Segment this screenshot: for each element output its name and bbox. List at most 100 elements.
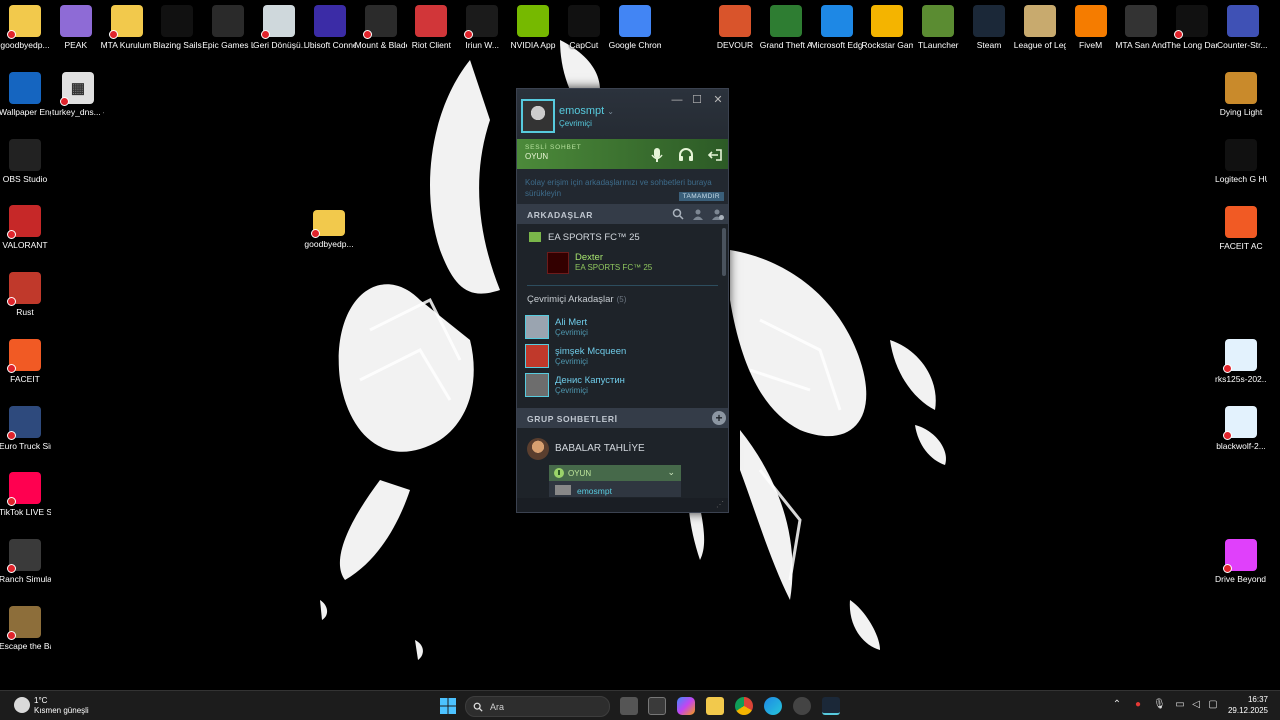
hint-dismiss-button[interactable]: TAMAMDIR (678, 192, 724, 201)
resize-grip-icon[interactable]: ⋰ (716, 500, 724, 509)
desktop-icon-wallpaper-engine[interactable]: Wallpaper Engine (0, 72, 51, 117)
close-button[interactable]: ✕ (710, 93, 726, 107)
desktop-icon-drive-beyond-horizons-d[interactable]: Drive Beyond Horizons D... (1215, 539, 1267, 584)
ingame-group-header[interactable]: EA SPORTS FC™ 25 (517, 224, 728, 249)
friend-row-dexter[interactable]: Dexter EA SPORTS FC™ 25 (547, 252, 727, 276)
desktop-icon-mta-kurulum[interactable]: MTA Kurulum - ... (101, 5, 153, 50)
taskbar-search[interactable]: Ara (465, 696, 610, 717)
desktop-icon-ubisoft-connect[interactable]: Ubisoft Connect (304, 5, 356, 50)
desktop-icon-faceit-ac[interactable]: FACEIT AC (1215, 206, 1267, 251)
online-friends-header[interactable]: Çevrimiçi Arkadaşlar (5) (527, 294, 626, 305)
chrome-icon[interactable] (735, 697, 753, 715)
chevron-up-icon[interactable]: ⌃ (1111, 699, 1123, 711)
task-view-icon[interactable] (620, 697, 638, 715)
desktop-icon-obs-studio[interactable]: OBS Studio (0, 138, 51, 184)
desktop-icon-rockstar-games[interactable]: Rockstar Games ... (861, 5, 913, 50)
headphones-icon[interactable] (678, 147, 694, 163)
friends-section-header[interactable]: ARKADAŞLAR (517, 204, 728, 224)
desktop-icon-valorant[interactable]: VALORANT (0, 205, 51, 250)
leave-voice-icon[interactable] (707, 147, 723, 163)
icon-label: Microsoft Edge (810, 40, 863, 50)
start-windows-icon[interactable] (440, 698, 456, 714)
desktop-icon-turkey-dns[interactable]: ▦ turkey_dns... - Kısayol (52, 72, 104, 117)
search-icon[interactable] (672, 208, 684, 220)
desktop-icon-iriun-w[interactable]: Iriun W... (456, 5, 508, 50)
desktop-icon-blazing-sails[interactable]: Blazing Sails (151, 5, 203, 50)
username-dropdown[interactable]: emosmpt ⌄ (559, 105, 614, 117)
search-icon (473, 702, 483, 712)
desktop-icon-ranch-simulator[interactable]: Ranch Simulator (0, 538, 51, 584)
group-name[interactable]: BABALAR TAHLİYE (555, 443, 645, 454)
settings-gear-icon[interactable] (793, 697, 811, 715)
desktop-icon-league-of-legends[interactable]: League of Legends (1014, 5, 1066, 50)
weather-description[interactable]: Kısmen güneşli (34, 706, 89, 715)
desktop-icon-blackwolf-2[interactable]: blackwolf-2... (1215, 406, 1267, 451)
desktop-icon-steam[interactable]: Steam (963, 5, 1015, 50)
desktop-icon-epic-games-launcher[interactable]: Epic Games Launcher (202, 5, 254, 50)
desktop-icon-dying-light[interactable]: Dying Light (1215, 72, 1267, 117)
user-avatar[interactable] (521, 99, 555, 133)
microsoft-store-icon[interactable] (648, 697, 666, 715)
volume-icon[interactable]: ◁ (1190, 699, 1202, 711)
clock-time[interactable]: 16:37 (1248, 695, 1268, 704)
peak-icon (59, 5, 92, 37)
friend-row[interactable]: şimşek Mcqueen Çevrimiçi (525, 343, 715, 369)
microphone-icon[interactable] (649, 147, 665, 163)
icon-label: Wallpaper Engine (0, 107, 51, 117)
chevron-down-icon[interactable]: ⌄ (667, 467, 675, 478)
desktop-icon-logitech-g-hub[interactable]: Logitech G HUB (1215, 139, 1267, 184)
desktop-icon-peak[interactable]: PEAK (50, 5, 102, 50)
microphone-icon[interactable]: 🎙 (1153, 699, 1166, 711)
icon-label: Drive Beyond Horizons D... (1215, 574, 1267, 584)
voice-chat-bar[interactable]: SESLİ SOHBET OYUN (517, 139, 728, 169)
steam-friends-window[interactable]: emosmpt ⌄ Çevrimiçi — ☐ ✕ SESLİ SOHBET OY… (516, 88, 729, 513)
desktop-icon-escape-the-backrooms[interactable]: Escape the Backrooms (0, 605, 51, 651)
friend-name: şimşek Mcqueen (555, 346, 627, 357)
steam-taskbar-icon[interactable] (822, 697, 840, 715)
desktop-icon-fivem[interactable]: FiveM (1065, 5, 1117, 50)
add-friend-icon[interactable] (712, 208, 724, 220)
desktop-icon-euro-truck-simulator-2[interactable]: Euro Truck Simulator 2 (0, 405, 51, 451)
edge-icon[interactable] (764, 697, 782, 715)
add-group-icon[interactable]: + (712, 411, 726, 425)
weather-icon[interactable] (14, 697, 30, 713)
tray-app-icon[interactable]: ● (1132, 699, 1144, 711)
clock-date[interactable]: 29.12.2025 (1228, 706, 1268, 715)
desktop-icon-nvidia-app[interactable]: NVIDIA App (507, 5, 559, 50)
game-icon (529, 232, 541, 242)
file-explorer-icon[interactable] (706, 697, 724, 715)
network-icon[interactable]: ▭ (1174, 699, 1186, 711)
desktop-icon-microsoft-edge[interactable]: Microsoft Edge (811, 5, 863, 50)
desktop-icon-tlauncher[interactable]: TLauncher (912, 5, 964, 50)
desktop-icon-folder-goodbyedpi[interactable]: goodbyedp... (303, 206, 355, 249)
desktop-icon-mta-san-andreas-1-6[interactable]: MTA San Andreas 1.6 (1115, 5, 1167, 50)
group-chats-header[interactable]: GRUP SOHBETLERİ + (517, 408, 728, 428)
desktop-icon-rust[interactable]: Rust (0, 272, 51, 317)
notification-icon[interactable]: ▢ (1207, 699, 1219, 711)
desktop-icon-riot-client[interactable]: Riot Client (405, 5, 457, 50)
desktop-icon-goodbyedp[interactable]: goodbyedp... (0, 5, 51, 50)
rks125s-202-icon (1223, 339, 1257, 373)
desktop-icon-counter-str-2[interactable]: Counter-Str... 2 (1217, 5, 1269, 50)
friend-row[interactable]: Денис Капустин Çevrimiçi (525, 372, 715, 398)
maximize-button[interactable]: ☐ (689, 93, 705, 107)
desktop-icon-faceit[interactable]: FACEIT (0, 338, 51, 384)
icon-label: Ranch Simulator (0, 573, 51, 584)
desktop-icon-devour[interactable]: DEVOUR (709, 5, 761, 50)
copilot-icon[interactable] (677, 697, 695, 715)
desktop-icon-tiktok-live-studio[interactable]: TikTok LIVE Studio (0, 472, 51, 517)
desktop-icon-capcut[interactable]: CapCut (558, 5, 610, 50)
friend-row[interactable]: Ali Mert Çevrimiçi (525, 314, 715, 340)
minimize-button[interactable]: — (669, 93, 685, 107)
desktop-icon-the-long-dark[interactable]: The Long Dark (1166, 5, 1218, 50)
desktop-icon-geri-d-n[interactable]: Geri Dönüşü... (253, 5, 305, 50)
manage-friends-icon[interactable] (692, 208, 704, 220)
group-voice-channel[interactable]: OYUN ⌄ emosmpt (549, 465, 681, 497)
desktop-icon-mount-blade-ii-b[interactable]: Mount & Blade II B... (355, 5, 407, 50)
desktop-icon-google-chrome[interactable]: Google Chrome (609, 5, 661, 50)
league-of-legends-icon (1023, 5, 1056, 37)
weather-temperature[interactable]: 1°C (34, 696, 47, 705)
friends-scrollbar[interactable] (722, 228, 726, 276)
desktop-icon-rks125s-202[interactable]: rks125s-202... (1215, 339, 1267, 384)
desktop-icon-grand-theft-auto-v[interactable]: Grand Theft Auto V (760, 5, 812, 50)
